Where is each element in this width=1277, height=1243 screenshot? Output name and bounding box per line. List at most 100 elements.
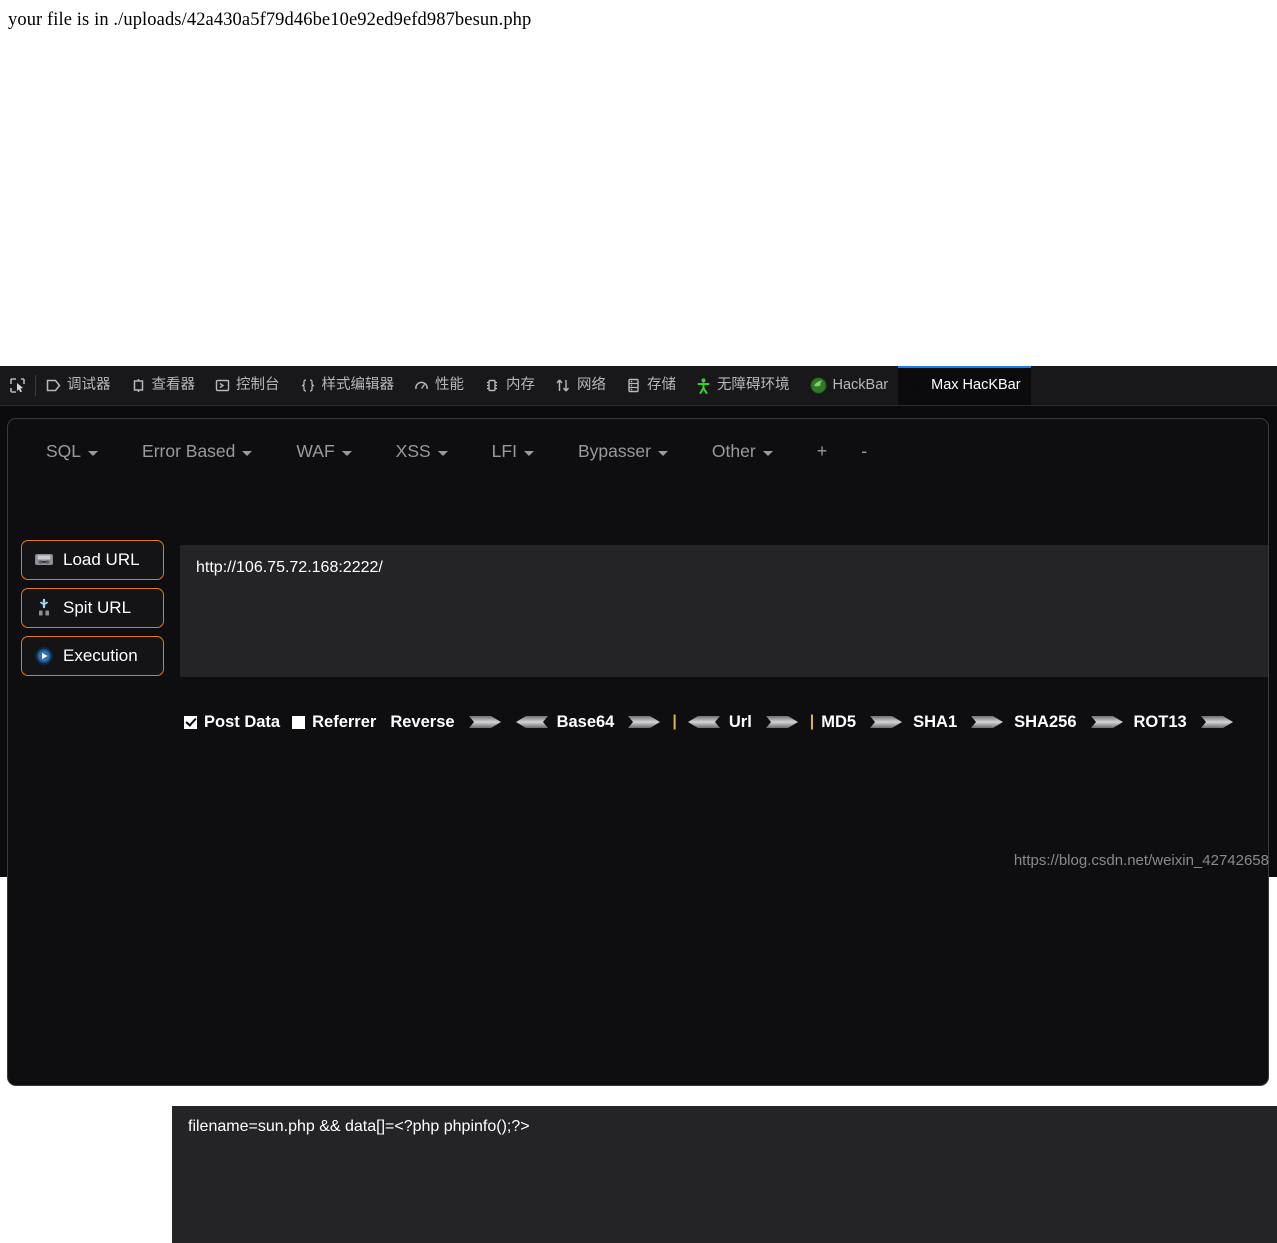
post-data-checkbox[interactable] (184, 715, 197, 729)
menu-label: LFI (491, 440, 517, 461)
post-data-input[interactable]: filename=sun.php && data[]=<?php phpinfo… (172, 1106, 1277, 1243)
max-hackbar-panel: SQL Error Based WAF XSS LFI Bypasser Oth… (7, 418, 1269, 1086)
menu-item-waf[interactable]: WAF (296, 440, 352, 462)
chevron-down-icon (437, 450, 448, 456)
tab-label: 样式编辑器 (321, 377, 395, 394)
remove-tab-button[interactable]: - (861, 441, 867, 462)
sha1-label: SHA1 (913, 712, 958, 731)
reverse-decode-button[interactable] (514, 714, 548, 730)
base64-label: Base64 (556, 712, 615, 731)
rot13-button[interactable] (1200, 714, 1235, 730)
menu-label: WAF (296, 440, 335, 461)
performance-icon (414, 378, 429, 393)
debugger-icon (46, 378, 61, 393)
storage-icon (626, 378, 641, 393)
tab-network[interactable]: 网络 (545, 366, 616, 405)
referrer-checkbox[interactable] (292, 715, 306, 729)
tab-console[interactable]: 控制台 (205, 366, 290, 405)
devtools-panel: 调试器 查看器 控制台 样式编辑器 性能 内存 网络 存储 无障碍环境 Hack… (0, 366, 1277, 1243)
referrer-label: Referrer (312, 712, 377, 731)
tab-storage[interactable]: 存储 (616, 366, 686, 405)
encoder-options-row: Post Data Referrer Reverse Base64 | Url (184, 707, 1244, 737)
base64-decode-button[interactable] (686, 714, 720, 730)
tab-max-hackbar[interactable]: Max HacKBar (898, 366, 1032, 405)
reverse-encode-button[interactable] (468, 714, 503, 730)
browser-page-content: your file is in ./uploads/42a430a5f79d46… (0, 0, 1277, 366)
menu-label: Other (711, 440, 756, 461)
element-picker-icon (9, 377, 26, 394)
menu-label: Bypasser (577, 440, 651, 461)
menu-label: SQL (46, 440, 82, 461)
url-encode-button[interactable] (765, 714, 800, 730)
separator-pipe: | (809, 713, 815, 730)
hackbar-icon (810, 377, 827, 394)
tab-memory[interactable]: 内存 (474, 366, 545, 405)
menu-label: XSS (395, 440, 431, 461)
spit-url-button[interactable]: Spit URL (21, 588, 164, 628)
chevron-down-icon (657, 450, 668, 456)
load-url-button[interactable]: Load URL (21, 540, 164, 580)
separator-pipe: | (672, 713, 677, 730)
sha256-button[interactable] (1090, 714, 1125, 730)
menu-item-bypasser[interactable]: Bypasser (578, 441, 668, 462)
sha1-button[interactable] (971, 714, 1005, 730)
memory-icon (484, 378, 500, 393)
tab-debugger[interactable]: 调试器 (36, 366, 121, 405)
rot13-label: ROT13 (1133, 712, 1187, 731)
tab-label: HackBar (832, 377, 889, 394)
md5-button[interactable] (870, 714, 904, 730)
split-url-icon (32, 597, 56, 619)
network-icon (555, 378, 571, 393)
tab-label: 网络 (577, 377, 606, 394)
accessibility-icon (696, 377, 711, 394)
tab-label: 控制台 (236, 377, 280, 394)
menu-item-xss[interactable]: XSS (396, 441, 448, 462)
tab-label: 查看器 (151, 377, 196, 394)
menu-item-sql[interactable]: SQL (46, 440, 99, 462)
tab-style-editor[interactable]: 样式编辑器 (290, 366, 405, 405)
add-tab-button[interactable]: + (817, 441, 828, 462)
chevron-down-icon (523, 450, 534, 456)
base64-encode-button[interactable] (628, 714, 662, 730)
tab-performance[interactable]: 性能 (404, 366, 474, 405)
tab-label: 调试器 (67, 377, 111, 394)
url-encode-label: Url (728, 712, 752, 731)
inspector-icon (131, 378, 146, 393)
tab-label: 存储 (647, 377, 676, 394)
chevron-down-icon (762, 450, 773, 456)
lock-icon (908, 377, 925, 394)
button-label: Load URL (63, 550, 140, 569)
watermark-text: https://blog.csdn.net/weixin_42742658 (1013, 852, 1269, 869)
execute-icon (32, 645, 56, 667)
tab-label: Max HacKBar (931, 377, 1021, 394)
reverse-label: Reverse (390, 712, 455, 731)
execution-button[interactable]: Execution (21, 636, 164, 676)
tab-label: 性能 (435, 377, 464, 394)
tab-inspector[interactable]: 查看器 (121, 366, 206, 405)
element-picker-button[interactable] (0, 366, 35, 405)
button-label: Execution (63, 646, 138, 665)
chevron-down-icon (341, 450, 352, 456)
button-label: Spit URL (63, 598, 132, 617)
menu-item-lfi[interactable]: LFI (492, 441, 534, 462)
post-data-section-label: Post data (27, 1108, 97, 1126)
chevron-down-icon (242, 450, 253, 456)
chevron-down-icon (88, 450, 99, 456)
devtools-toolbar: 调试器 查看器 控制台 样式编辑器 性能 内存 网络 存储 无障碍环境 Hack… (0, 366, 1277, 406)
menu-item-error-based[interactable]: Error Based (142, 440, 253, 462)
style-editor-icon (300, 378, 316, 393)
action-button-group: Load URL Spit URL Execution (21, 540, 164, 684)
tab-label: 无障碍环境 (717, 377, 790, 394)
menu-item-other[interactable]: Other (712, 441, 773, 462)
menu-label: Error Based (142, 440, 236, 461)
console-icon (215, 378, 230, 393)
md5-label: MD5 (821, 712, 857, 731)
upload-result-message: your file is in ./uploads/42a430a5f79d46… (8, 10, 532, 30)
tab-label: 内存 (506, 377, 535, 394)
post-data-label: Post Data (204, 712, 281, 731)
url-input[interactable]: http://106.75.72.168:2222/ (180, 545, 1268, 677)
tab-accessibility[interactable]: 无障碍环境 (686, 366, 800, 405)
tab-hackbar[interactable]: HackBar (800, 366, 899, 405)
load-url-icon (32, 549, 56, 571)
hackbar-menu-bar: SQL Error Based WAF XSS LFI Bypasser Oth… (8, 419, 1268, 483)
